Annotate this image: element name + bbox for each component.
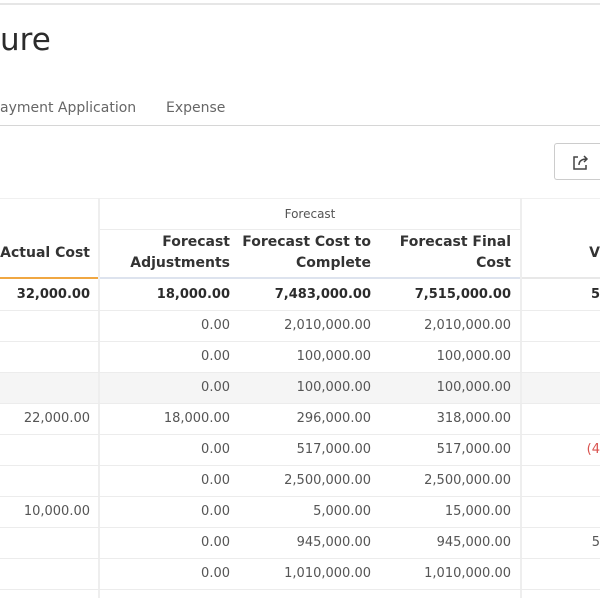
table-cell: 7,515,000.00 xyxy=(414,287,511,302)
table-cell: 18,000.00 xyxy=(156,287,230,302)
table-cell: 18,000.00 xyxy=(163,411,230,426)
table-cell: 0.00 xyxy=(201,318,230,333)
column-header-line: Forecast Final xyxy=(399,234,511,250)
table-cell: 100,000.00 xyxy=(296,349,371,364)
table-cell: 945,000.00 xyxy=(436,535,511,550)
column-header-line: Forecast Cost to xyxy=(242,234,371,250)
header-underline xyxy=(521,277,600,279)
row-divider xyxy=(0,434,600,435)
table-cell: 10,000.00 xyxy=(23,504,90,519)
table-cell: 517,000.00 xyxy=(296,442,371,457)
column-header[interactable]: V xyxy=(589,243,600,264)
table-cell: 7,483,000.00 xyxy=(274,287,371,302)
table-cell: 1,010,000.00 xyxy=(424,566,511,581)
column-header[interactable]: Forecast Final Cost xyxy=(400,232,511,274)
table-cell: 517,000.00 xyxy=(436,442,511,457)
column-header-line: Complete xyxy=(296,255,371,271)
column-header-line: Actual Cost xyxy=(0,245,90,261)
table-cell: 5 xyxy=(590,287,600,302)
column-header-line: Cost xyxy=(476,255,511,271)
table-cell: 100,000.00 xyxy=(296,380,371,395)
table-cell: 22,000.00 xyxy=(23,411,90,426)
top-divider xyxy=(0,3,600,5)
row-divider xyxy=(0,558,600,559)
table-cell: 318,000.00 xyxy=(436,411,511,426)
table-cell: 0.00 xyxy=(201,535,230,550)
tab-bar-divider xyxy=(0,125,600,126)
column-header-line: Adjustments xyxy=(130,255,230,271)
table-cell: 945,000.00 xyxy=(296,535,371,550)
column-header-line: V xyxy=(589,245,600,261)
table-cell: (4 xyxy=(586,442,600,457)
table-cell: 15,000.00 xyxy=(444,504,511,519)
page-title: ure xyxy=(0,22,51,58)
sort-indicator xyxy=(0,277,98,279)
export-button[interactable] xyxy=(554,143,600,180)
table-cell: 2,010,000.00 xyxy=(424,318,511,333)
column-header-line: Forecast xyxy=(162,234,230,250)
table-cell: 0.00 xyxy=(201,380,230,395)
table-cell: 5,000.00 xyxy=(313,504,371,519)
table-cell: 2,010,000.00 xyxy=(284,318,371,333)
tab-payment-application[interactable]: ayment Application xyxy=(0,100,136,116)
row-divider xyxy=(0,589,600,590)
row-divider xyxy=(0,465,600,466)
row-divider xyxy=(0,527,600,528)
tab-expense[interactable]: Expense xyxy=(166,100,225,116)
share-export-icon xyxy=(573,155,589,170)
column-divider xyxy=(520,198,522,598)
table-cell: 32,000.00 xyxy=(16,287,90,302)
table-cell: 296,000.00 xyxy=(296,411,371,426)
header-underline xyxy=(100,277,521,279)
table-cell: 0.00 xyxy=(201,349,230,364)
column-header[interactable]: Actual Cost xyxy=(0,243,90,264)
row-divider xyxy=(0,310,600,311)
divider xyxy=(0,198,600,199)
column-header[interactable]: Forecast Adjustments xyxy=(130,232,230,274)
table-cell: 0.00 xyxy=(201,442,230,457)
table-cell: 2,500,000.00 xyxy=(284,473,371,488)
table-cell: 1,010,000.00 xyxy=(284,566,371,581)
row-divider xyxy=(0,403,600,404)
table-cell: 0.00 xyxy=(201,566,230,581)
row-divider xyxy=(0,372,600,373)
group-header-forecast: Forecast xyxy=(284,207,336,221)
table-cell: 100,000.00 xyxy=(436,349,511,364)
row-divider xyxy=(0,496,600,497)
divider xyxy=(99,229,521,230)
table-cell: 5 xyxy=(591,535,600,550)
table-cell: 0.00 xyxy=(201,473,230,488)
table-cell: 2,500,000.00 xyxy=(424,473,511,488)
table-cell: 0.00 xyxy=(201,504,230,519)
column-divider xyxy=(98,198,100,598)
table-cell: 100,000.00 xyxy=(436,380,511,395)
column-header[interactable]: Forecast Cost to Complete xyxy=(242,232,371,274)
row-divider xyxy=(0,341,600,342)
